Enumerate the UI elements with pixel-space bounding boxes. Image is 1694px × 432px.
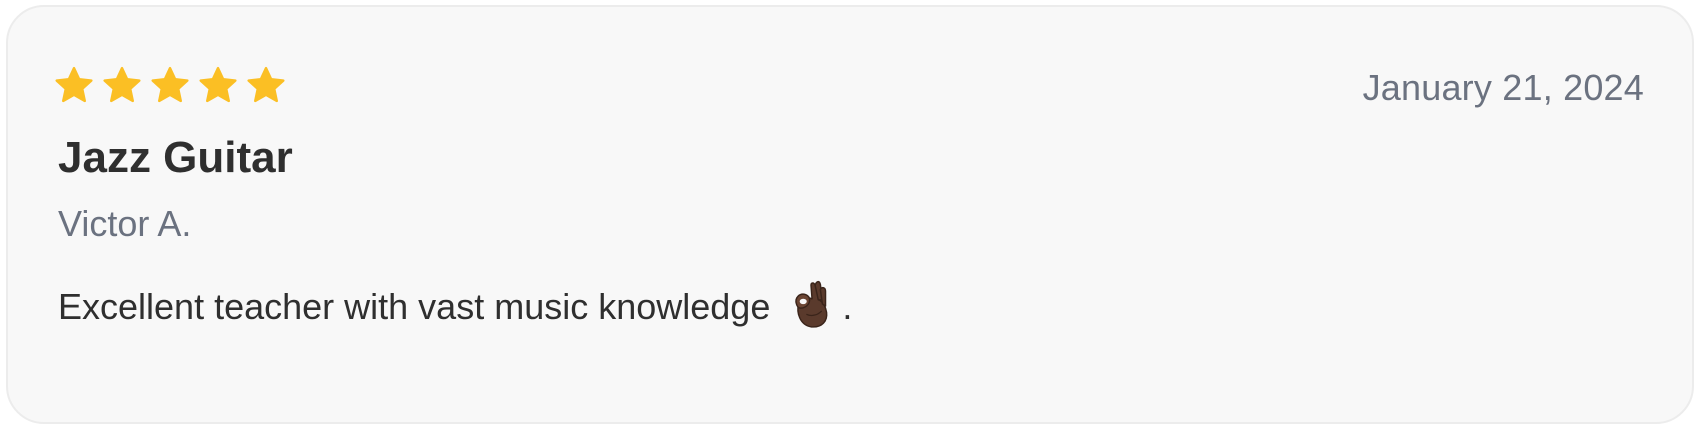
- ok-hand-icon: [795, 280, 828, 328]
- review-card: January 21, 2024 Jazz Guitar Victor A. E…: [6, 5, 1694, 424]
- star-icon: [55, 66, 93, 103]
- review-text-body: Excellent teacher with vast music knowle…: [58, 286, 771, 327]
- reviewer-name: Victor A.: [58, 203, 192, 244]
- review-text: Excellent teacher with vast music knowle…: [58, 280, 853, 331]
- course-title: Jazz Guitar: [58, 133, 293, 182]
- review-date: January 21, 2024: [1362, 67, 1644, 108]
- review-text-period: .: [842, 286, 853, 327]
- star-icon: [199, 66, 237, 103]
- star-rating: [53, 65, 287, 107]
- star-icon: [103, 66, 141, 103]
- star-icon: [247, 66, 285, 103]
- star-icon: [151, 66, 189, 103]
